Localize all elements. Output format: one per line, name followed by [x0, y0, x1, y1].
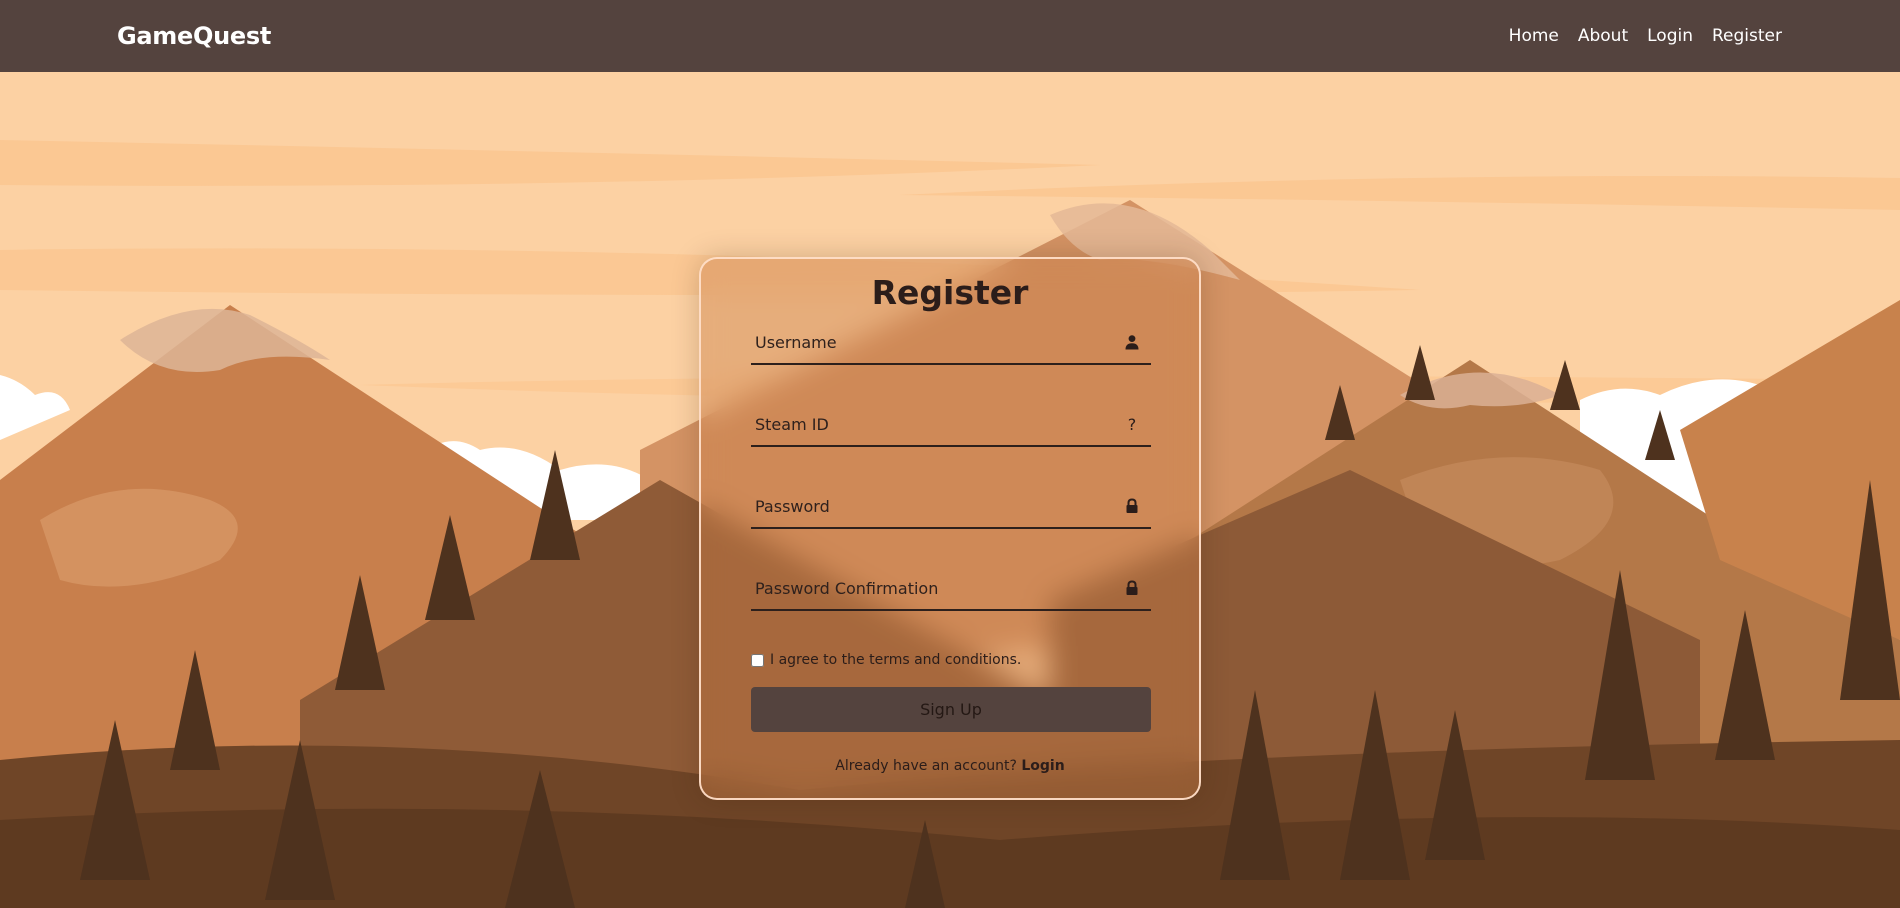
register-form: Register ? I agree to the terms and cond… [699, 257, 1201, 800]
brand-logo[interactable]: GameQuest [117, 22, 271, 50]
nav-link-about[interactable]: About [1578, 26, 1628, 46]
lock-icon [1121, 577, 1143, 599]
top-navbar: GameQuest Home About Login Register [0, 0, 1900, 72]
question-icon: ? [1127, 414, 1137, 434]
terms-label: I agree to the terms and conditions. [770, 652, 1022, 668]
sign-up-button[interactable]: Sign Up [751, 687, 1151, 732]
login-prompt-text: Already have an account? [835, 758, 1017, 774]
terms-row: I agree to the terms and conditions. [751, 652, 1021, 668]
password-field [751, 485, 1151, 529]
password-input[interactable] [751, 485, 1121, 527]
password-confirmation-field [751, 567, 1151, 611]
nav-link-home[interactable]: Home [1509, 26, 1559, 46]
login-prompt: Already have an account? Login [701, 758, 1199, 774]
steam-id-field: ? [751, 403, 1151, 447]
login-link[interactable]: Login [1021, 758, 1064, 774]
username-input[interactable] [751, 321, 1121, 363]
form-title: Register [871, 273, 1029, 312]
lock-icon [1121, 495, 1143, 517]
nav-link-register[interactable]: Register [1712, 26, 1782, 46]
user-icon [1121, 331, 1143, 353]
username-field [751, 321, 1151, 365]
nav-link-login[interactable]: Login [1647, 26, 1693, 46]
steam-id-input[interactable] [751, 403, 1121, 445]
nav-links: Home About Login Register [1509, 26, 1782, 46]
terms-checkbox[interactable] [751, 653, 764, 667]
password-confirmation-input[interactable] [751, 567, 1121, 609]
